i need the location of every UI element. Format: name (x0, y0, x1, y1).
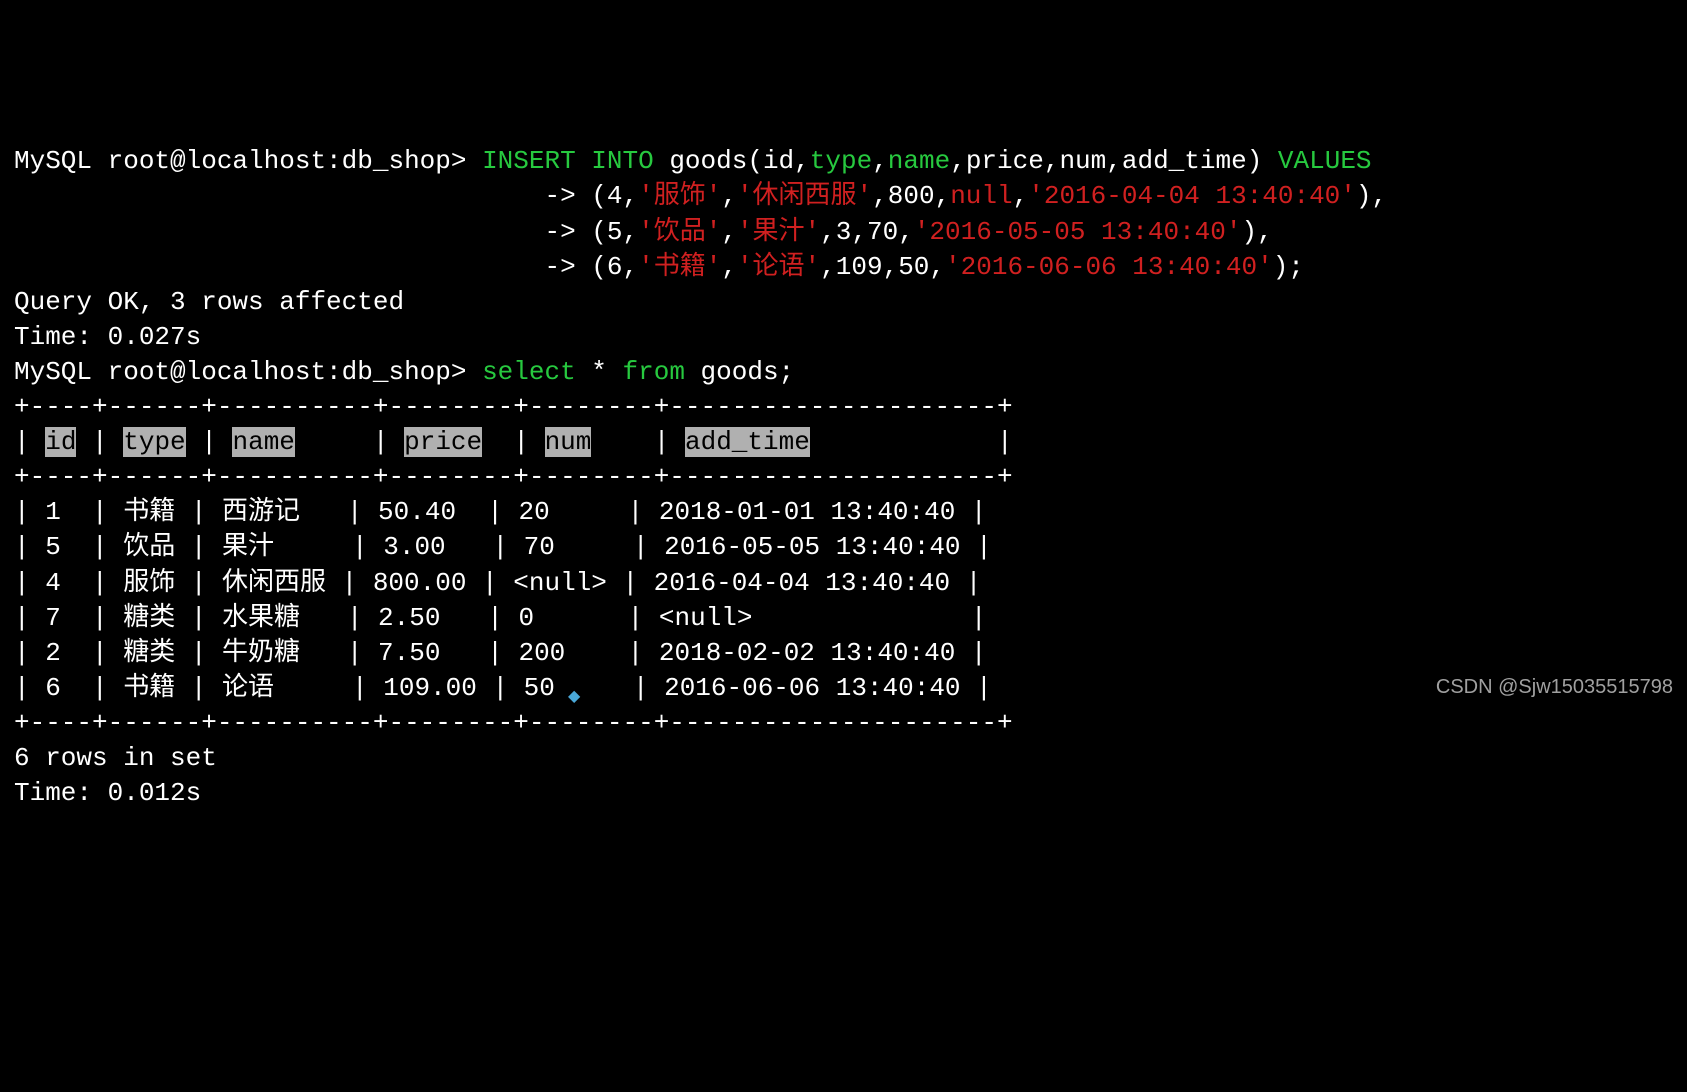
string-val: '果汁' (737, 217, 820, 247)
comma: , (872, 181, 888, 211)
sql-comma: , (1044, 146, 1060, 176)
table-row: | 4 | 服饰 | 休闲西服 | 800.00 | <null> | 2016… (14, 568, 981, 598)
sql-comma: , (950, 146, 966, 176)
prompt-line-1: MySQL root@localhost:db_shop> INSERT INT… (14, 146, 1372, 176)
prompt-line-2: MySQL root@localhost:db_shop> select * f… (14, 357, 794, 387)
sql-col: name (888, 146, 950, 176)
terminal-output[interactable]: MySQL root@localhost:db_shop> INSERT INT… (14, 144, 1673, 811)
val: 50 (898, 252, 929, 282)
string-val: '休闲西服' (737, 181, 872, 211)
sp: | (186, 427, 233, 457)
table-row: | 6 | 书籍 | 论语 | 109.00 | 50 | 2016-06-06… (14, 673, 992, 703)
comma: , (721, 181, 737, 211)
pipe: | (14, 427, 30, 457)
table-border-top: +----+------+----------+--------+-------… (14, 392, 1013, 422)
val: 109 (836, 252, 883, 282)
paren: ( (591, 181, 607, 211)
col-header-num: num (545, 427, 592, 457)
val: 3 (836, 217, 852, 247)
comma: , (820, 252, 836, 282)
comma: , (721, 217, 737, 247)
string-val: '2016-04-04 13:40:40' (1028, 181, 1356, 211)
continuation-line-3: -> (6,'书籍','论语',109,50,'2016-06-06 13:40… (14, 252, 1304, 282)
string-val: '2016-06-06 13:40:40' (945, 252, 1273, 282)
table-border-bottom: +----+------+----------+--------+-------… (14, 708, 1013, 738)
sp: | (810, 427, 1013, 457)
cursor-icon: ◆ (568, 687, 580, 709)
paren: ( (591, 252, 607, 282)
val: 70 (867, 217, 898, 247)
sql-comma: , (794, 146, 810, 176)
col-header-type: type (123, 427, 185, 457)
sql-col: num (1059, 146, 1106, 176)
comma: , (929, 252, 945, 282)
string-val: '书籍' (638, 252, 721, 282)
table-row: | 5 | 饮品 | 果汁 | 3.00 | 70 | 2016-05-05 1… (14, 532, 992, 562)
comma: , (935, 181, 951, 211)
comma: , (820, 217, 836, 247)
sql-text: ) (1247, 146, 1278, 176)
query-result-ok: Query OK, 3 rows affected (14, 287, 404, 317)
comma: , (623, 181, 639, 211)
col-header-addtime: add_time (685, 427, 810, 457)
prompt-text: MySQL root@localhost:db_shop> (14, 146, 482, 176)
val: 5 (607, 217, 623, 247)
paren: ( (591, 217, 607, 247)
sp (30, 427, 46, 457)
string-val: '2016-05-05 13:40:40' (914, 217, 1242, 247)
sql-keyword-select: select (482, 357, 576, 387)
query-time: Time: 0.012s (14, 778, 201, 808)
sql-keyword-from: from (623, 357, 685, 387)
sql-keyword-values: VALUES (1278, 146, 1372, 176)
sql-col: type (810, 146, 872, 176)
comma: , (623, 252, 639, 282)
sql-col: add_time (1122, 146, 1247, 176)
sql-col: id (763, 146, 794, 176)
cont-prefix: -> (14, 252, 591, 282)
col-header-id: id (45, 427, 76, 457)
val: 6 (607, 252, 623, 282)
continuation-line-1: -> (4,'服饰','休闲西服',800,null,'2016-04-04 1… (14, 181, 1387, 211)
sp: | (76, 427, 123, 457)
sp: | (295, 427, 404, 457)
table-row: | 1 | 书籍 | 西游记 | 50.40 | 20 | 2018-01-01… (14, 497, 987, 527)
col-header-name: name (232, 427, 294, 457)
table-border-mid: +----+------+----------+--------+-------… (14, 462, 1013, 492)
string-val: '服饰' (638, 181, 721, 211)
val: 4 (607, 181, 623, 211)
sql-text: goods( (654, 146, 763, 176)
sql-star: * (576, 357, 623, 387)
close: ), (1356, 181, 1387, 211)
comma: , (721, 252, 737, 282)
prompt-text: MySQL root@localhost:db_shop> (14, 357, 482, 387)
string-val: '饮品' (638, 217, 721, 247)
col-header-price: price (404, 427, 482, 457)
string-val: '论语' (737, 252, 820, 282)
sql-keyword-insert: INSERT INTO (482, 146, 654, 176)
query-time: Time: 0.027s (14, 322, 201, 352)
watermark-text: CSDN @Sjw15035515798 (1436, 674, 1673, 701)
sp: | (482, 427, 544, 457)
table-row: | 7 | 糖类 | 水果糖 | 2.50 | 0 | <null> | (14, 603, 987, 633)
comma: , (851, 217, 867, 247)
sp: | (591, 427, 685, 457)
comma: , (623, 217, 639, 247)
null-val: null (950, 181, 1012, 211)
sql-col: price (966, 146, 1044, 176)
sql-comma: , (872, 146, 888, 176)
comma: , (883, 252, 899, 282)
comma: , (898, 217, 914, 247)
close: ), (1241, 217, 1272, 247)
close: ); (1273, 252, 1304, 282)
cont-prefix: -> (14, 217, 591, 247)
continuation-line-2: -> (5,'饮品','果汁',3,70,'2016-05-05 13:40:4… (14, 217, 1273, 247)
rows-in-set: 6 rows in set (14, 743, 217, 773)
cont-prefix: -> (14, 181, 591, 211)
table-header-row: | id | type | name | price | num | add_t… (14, 427, 1013, 457)
table-row: | 2 | 糖类 | 牛奶糖 | 7.50 | 200 | 2018-02-02… (14, 638, 987, 668)
comma: , (1013, 181, 1029, 211)
val: 800 (888, 181, 935, 211)
sql-table-name: goods; (685, 357, 794, 387)
sql-comma: , (1106, 146, 1122, 176)
